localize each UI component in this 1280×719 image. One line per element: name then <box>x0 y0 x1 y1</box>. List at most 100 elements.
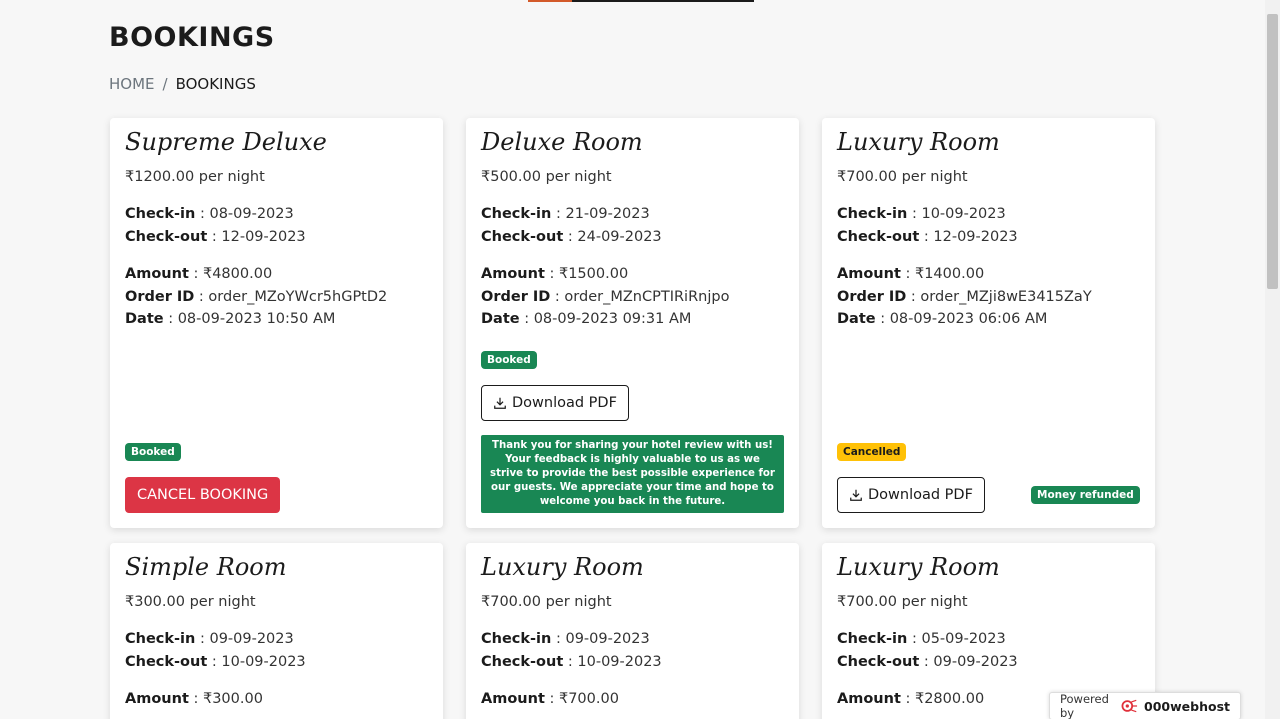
checkin-value: : 10-09-2023 <box>907 206 1006 222</box>
scrollbar-thumb[interactable] <box>1267 14 1278 289</box>
checkin-line: Check-in : 05-09-2023 <box>837 631 1006 647</box>
status-badge: Cancelled <box>837 443 907 461</box>
order-id-label: Order ID <box>837 289 907 305</box>
checkout-label: Check-out <box>125 654 208 670</box>
amount-label: Amount <box>481 266 545 282</box>
room-price: ₹700.00 per night <box>837 169 968 185</box>
order-id-value: : order_MZnCPTIRiRnjpo <box>550 289 730 305</box>
checkin-label: Check-in <box>481 631 552 647</box>
powered-by-brand: 000webhost <box>1144 698 1230 714</box>
checkin-label: Check-in <box>837 631 908 647</box>
room-price: ₹300.00 per night <box>125 594 256 610</box>
download-pdf-label: Download PDF <box>512 395 617 411</box>
breadcrumb-home[interactable]: HOME <box>109 75 155 93</box>
cancel-booking-button[interactable]: CANCEL BOOKING <box>125 477 281 513</box>
amount-label: Amount <box>125 266 189 282</box>
room-title: Simple Room <box>125 553 287 581</box>
amount-line: Amount : ₹1500.00 <box>481 266 628 282</box>
checkout-line: Check-out : 09-09-2023 <box>837 654 1018 670</box>
amount-value: : ₹2800.00 <box>900 691 985 707</box>
amount-label: Amount <box>125 691 189 707</box>
room-title: Luxury Room <box>481 553 644 581</box>
checkin-line: Check-in : 08-09-2023 <box>125 206 294 222</box>
breadcrumb: HOME / BOOKINGS <box>109 75 256 93</box>
amount-value: : ₹300.00 <box>188 691 263 707</box>
checkout-value: : 12-09-2023 <box>207 229 306 245</box>
download-pdf-button[interactable]: Download PDF <box>481 385 629 421</box>
refund-badge: Money refunded <box>1031 486 1140 504</box>
room-title: Luxury Room <box>837 553 1000 581</box>
amount-value: : ₹1400.00 <box>900 266 985 282</box>
page-title: BOOKINGS <box>109 22 275 53</box>
webhost-logo-icon <box>1121 699 1138 713</box>
status-badge: Booked <box>125 443 181 461</box>
download-pdf-button[interactable]: Download PDF <box>837 477 985 513</box>
date-value: : 08-09-2023 10:50 AM <box>163 311 336 327</box>
order-id-value: : order_MZji8wE3415ZaY <box>906 289 1092 305</box>
download-icon <box>494 397 506 409</box>
checkin-label: Check-in <box>481 206 552 222</box>
top-dark-bar <box>572 0 754 2</box>
checkout-line: Check-out : 12-09-2023 <box>837 229 1018 245</box>
order-id-label: Order ID <box>125 289 195 305</box>
room-price: ₹700.00 per night <box>837 594 968 610</box>
amount-value: : ₹1500.00 <box>544 266 629 282</box>
order-id-line: Order ID : order_MZoYWcr5hGPtD2 <box>125 289 387 305</box>
checkout-label: Check-out <box>125 229 208 245</box>
amount-line: Amount : ₹1400.00 <box>837 266 984 282</box>
checkout-value: : 10-09-2023 <box>563 654 662 670</box>
checkin-line: Check-in : 09-09-2023 <box>125 631 294 647</box>
checkin-value: : 09-09-2023 <box>195 631 294 647</box>
amount-label: Amount <box>837 691 901 707</box>
download-icon <box>850 489 862 501</box>
date-label: Date <box>837 311 876 327</box>
booking-card: Luxury Room ₹700.00 per night Check-in :… <box>466 543 799 719</box>
review-thanks-message: Thank you for sharing your hotel review … <box>481 435 784 513</box>
checkout-value: : 24-09-2023 <box>563 229 662 245</box>
powered-by-label: Powered by <box>1060 692 1109 719</box>
checkin-value: : 05-09-2023 <box>907 631 1006 647</box>
booking-card: Deluxe Room ₹500.00 per night Check-in :… <box>466 118 799 528</box>
date-value: : 08-09-2023 06:06 AM <box>875 311 1048 327</box>
order-id-value: : order_MZoYWcr5hGPtD2 <box>194 289 388 305</box>
checkin-value: : 08-09-2023 <box>195 206 294 222</box>
checkout-value: : 10-09-2023 <box>207 654 306 670</box>
booking-card: Supreme Deluxe ₹1200.00 per night Check-… <box>110 118 443 528</box>
order-id-label: Order ID <box>481 289 551 305</box>
scrollbar[interactable] <box>1265 0 1280 719</box>
date-line: Date : 08-09-2023 09:31 AM <box>481 311 691 327</box>
amount-line: Amount : ₹300.00 <box>125 691 263 707</box>
amount-value: : ₹4800.00 <box>188 266 273 282</box>
checkout-line: Check-out : 24-09-2023 <box>481 229 662 245</box>
checkout-value: : 09-09-2023 <box>919 654 1018 670</box>
checkin-value: : 09-09-2023 <box>551 631 650 647</box>
powered-by-widget[interactable]: Powered by 000webhost <box>1049 692 1241 719</box>
booking-card: Simple Room ₹300.00 per night Check-in :… <box>110 543 443 719</box>
breadcrumb-current: BOOKINGS <box>175 75 256 93</box>
checkout-line: Check-out : 10-09-2023 <box>481 654 662 670</box>
room-price: ₹1200.00 per night <box>125 169 265 185</box>
checkout-label: Check-out <box>481 654 564 670</box>
date-value: : 08-09-2023 09:31 AM <box>519 311 692 327</box>
checkout-line: Check-out : 12-09-2023 <box>125 229 306 245</box>
date-line: Date : 08-09-2023 10:50 AM <box>125 311 335 327</box>
amount-line: Amount : ₹4800.00 <box>125 266 272 282</box>
checkout-label: Check-out <box>837 654 920 670</box>
breadcrumb-separator: / <box>162 75 168 93</box>
checkin-label: Check-in <box>837 206 908 222</box>
checkout-label: Check-out <box>837 229 920 245</box>
status-badge: Booked <box>481 351 537 369</box>
checkin-line: Check-in : 21-09-2023 <box>481 206 650 222</box>
checkout-value: : 12-09-2023 <box>919 229 1018 245</box>
room-price: ₹700.00 per night <box>481 594 612 610</box>
booking-card: Luxury Room ₹700.00 per night Check-in :… <box>822 118 1155 528</box>
checkin-line: Check-in : 10-09-2023 <box>837 206 1006 222</box>
room-title: Luxury Room <box>837 128 1000 156</box>
amount-value: : ₹700.00 <box>544 691 619 707</box>
date-label: Date <box>481 311 520 327</box>
checkin-label: Check-in <box>125 206 196 222</box>
date-line: Date : 08-09-2023 06:06 AM <box>837 311 1047 327</box>
amount-line: Amount : ₹700.00 <box>481 691 619 707</box>
checkin-value: : 21-09-2023 <box>551 206 650 222</box>
order-id-line: Order ID : order_MZnCPTIRiRnjpo <box>481 289 729 305</box>
